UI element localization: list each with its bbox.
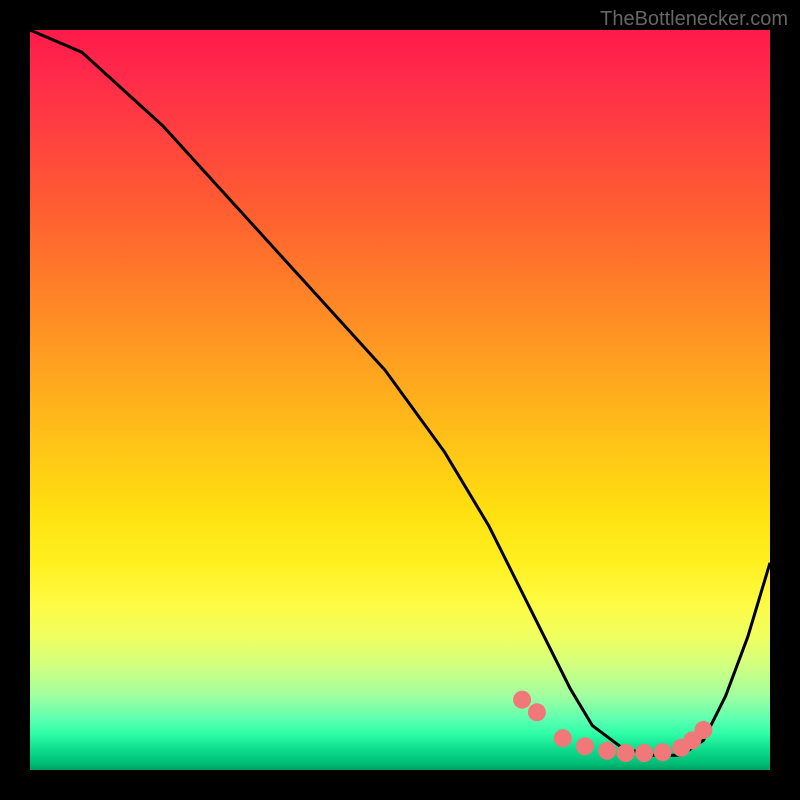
plot-area <box>30 30 770 770</box>
marker-dot <box>554 729 572 747</box>
marker-dot <box>694 721 712 739</box>
marker-dot <box>635 744 653 762</box>
curve-svg <box>30 30 770 770</box>
markers-group <box>513 691 712 762</box>
marker-dot <box>598 742 616 760</box>
marker-dot <box>528 703 546 721</box>
chart-container: TheBottlenecker.com <box>0 0 800 800</box>
attribution-text: TheBottlenecker.com <box>600 8 788 31</box>
marker-dot <box>654 743 672 761</box>
bottleneck-curve <box>30 30 770 755</box>
marker-dot <box>576 737 594 755</box>
marker-dot <box>513 691 531 709</box>
marker-dot <box>617 744 635 762</box>
